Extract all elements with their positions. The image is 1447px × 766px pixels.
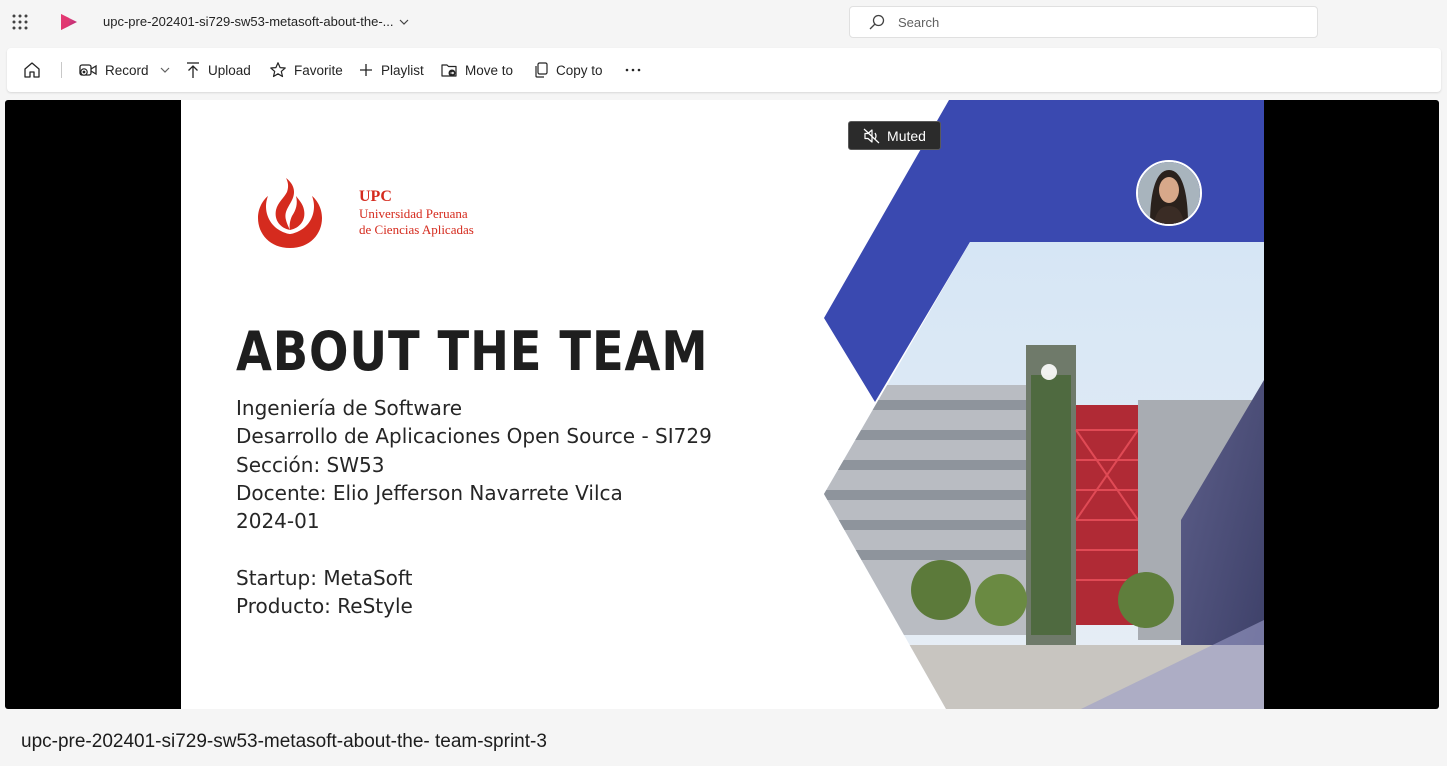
muted-indicator-button[interactable]: Muted <box>848 121 941 150</box>
command-bar: Record Upload Favorite Playlist Move to <box>7 48 1441 92</box>
record-button[interactable]: Record <box>78 48 170 92</box>
search-input[interactable] <box>896 13 1280 31</box>
muted-label: Muted <box>887 127 926 144</box>
star-icon <box>270 62 286 78</box>
info-line: Sección: SW53 <box>236 452 385 477</box>
divider <box>61 62 62 78</box>
info-line: Desarrollo de Aplicaciones Open Source -… <box>236 424 712 449</box>
copy-to-label: Copy to <box>556 62 603 78</box>
slide-heading: ABOUT THE TEAM <box>236 320 709 383</box>
upc-abbr: UPC <box>359 188 392 205</box>
plus-icon <box>360 64 372 76</box>
playlist-button[interactable]: Playlist <box>358 48 424 92</box>
presenter-avatar <box>1136 160 1202 226</box>
file-title-dropdown[interactable]: upc-pre-202401-si729-sw53-metasoft-about… <box>103 14 409 29</box>
upc-name-line1: Universidad Peruana <box>359 206 468 221</box>
info-line: Startup: MetaSoft <box>236 565 413 590</box>
upc-name-line2: de Ciencias Aplicadas <box>359 222 474 237</box>
info-line: Producto: ReStyle <box>236 594 413 619</box>
info-line: Docente: Elio Jefferson Navarrete Vilca <box>236 480 623 505</box>
upload-icon <box>187 62 199 78</box>
video-title: upc-pre-202401-si729-sw53-metasoft-about… <box>21 731 547 752</box>
home-button[interactable] <box>22 48 42 92</box>
video-player[interactable]: Muted UPC Universidad Peruana de Ciencia… <box>5 100 1439 709</box>
copy-icon <box>535 62 548 78</box>
move-to-label: Move to <box>465 62 514 78</box>
search-box[interactable] <box>849 6 1318 38</box>
record-label: Record <box>105 62 149 78</box>
more-options-button[interactable] <box>625 48 641 92</box>
more-icon <box>625 68 641 72</box>
speaker-muted-icon <box>863 128 880 143</box>
stream-logo-icon[interactable] <box>58 11 80 33</box>
upc-logo-icon <box>258 178 322 248</box>
app-launcher-icon[interactable] <box>12 14 28 30</box>
file-title-text: upc-pre-202401-si729-sw53-metasoft-about… <box>103 14 394 29</box>
video-frame: Muted UPC Universidad Peruana de Ciencia… <box>181 100 1264 709</box>
upload-button[interactable]: Upload <box>185 48 251 92</box>
favorite-label: Favorite <box>294 62 343 78</box>
chevron-down-icon <box>160 67 169 73</box>
info-line: 2024-01 <box>236 509 320 534</box>
move-to-button[interactable]: Move to <box>440 48 513 92</box>
move-to-icon <box>441 64 457 77</box>
upload-label: Upload <box>208 62 251 78</box>
chevron-down-icon <box>400 19 409 25</box>
playlist-label: Playlist <box>381 62 424 78</box>
copy-to-button[interactable]: Copy to <box>533 48 603 92</box>
search-icon <box>869 14 885 30</box>
record-icon <box>79 64 97 76</box>
upc-wordmark: UPC Universidad Peruana de Ciencias Apli… <box>359 188 474 238</box>
favorite-button[interactable]: Favorite <box>269 48 343 92</box>
info-line <box>236 535 712 563</box>
top-bar: upc-pre-202401-si729-sw53-metasoft-about… <box>0 0 1447 46</box>
slide-info-lines: Ingeniería de Software Desarrollo de Apl… <box>236 394 712 620</box>
home-icon <box>24 62 40 78</box>
info-line: Ingeniería de Software <box>236 396 463 420</box>
